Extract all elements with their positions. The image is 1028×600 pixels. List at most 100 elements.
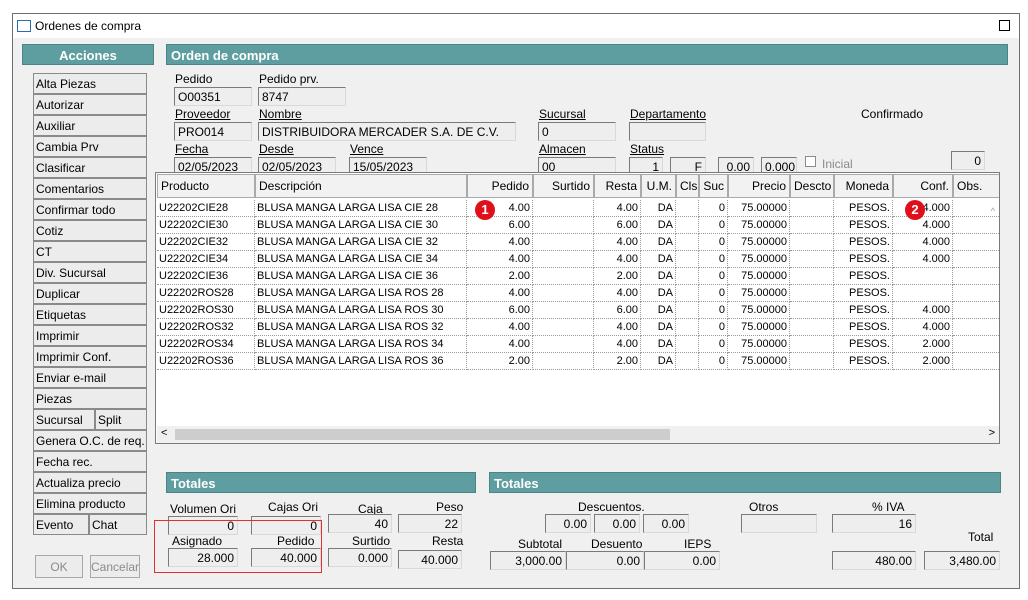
table-cell[interactable]: DA — [641, 302, 676, 319]
table-cell[interactable]: 0 — [699, 302, 728, 319]
table-cell[interactable]: 4.000 — [893, 302, 953, 319]
table-cell[interactable]: 75.00000 — [728, 200, 790, 217]
sidebar-button-elimina-producto[interactable]: Elimina producto — [33, 493, 147, 514]
column-header-12[interactable]: Obs. — [953, 174, 999, 198]
table-cell[interactable]: 6.00 — [594, 302, 641, 319]
table-cell[interactable]: BLUSA MANGA LARGA LISA ROS 28 — [255, 285, 467, 302]
confirmado-field[interactable]: 0 — [951, 151, 985, 170]
table-cell[interactable] — [953, 251, 999, 268]
table-cell[interactable] — [533, 353, 594, 370]
peso-field[interactable]: 22 — [398, 514, 462, 533]
column-header-5[interactable]: U.M. — [641, 174, 676, 198]
table-cell[interactable] — [953, 319, 999, 336]
column-header-6[interactable]: Cls — [676, 174, 699, 198]
table-cell[interactable] — [790, 319, 834, 336]
table-cell[interactable] — [676, 217, 699, 234]
table-cell[interactable]: U22202ROS36 — [157, 353, 255, 370]
cancel-button[interactable]: Cancelar — [90, 555, 140, 578]
table-cell[interactable] — [533, 336, 594, 353]
sidebar-button-chat[interactable]: Chat — [89, 514, 147, 535]
table-cell[interactable] — [533, 285, 594, 302]
table-cell[interactable]: BLUSA MANGA LARGA LISA CIE 36 — [255, 268, 467, 285]
table-cell[interactable]: 0 — [699, 268, 728, 285]
column-header-11[interactable]: Conf. — [893, 174, 953, 198]
maximize-button[interactable] — [999, 20, 1010, 31]
table-cell[interactable]: U22202ROS32 — [157, 319, 255, 336]
sidebar-button-sucursal[interactable]: Sucursal — [33, 409, 95, 430]
table-cell[interactable]: 4.00 — [467, 336, 533, 353]
resta-field[interactable]: 40.000 — [398, 550, 462, 569]
sidebar-button-cotiz[interactable]: Cotiz — [33, 220, 147, 241]
table-cell[interactable]: 4.00 — [467, 285, 533, 302]
departamento-field[interactable] — [629, 122, 706, 141]
table-row[interactable]: U22202ROS32 BLUSA MANGA LARGA LISA ROS 32… — [157, 319, 999, 336]
table-cell[interactable] — [893, 285, 953, 302]
scroll-left-icon[interactable]: < — [161, 427, 167, 439]
table-cell[interactable]: 2.000 — [893, 336, 953, 353]
sidebar-button-etiquetas[interactable]: Etiquetas — [33, 304, 147, 325]
table-row[interactable]: U22202ROS30 BLUSA MANGA LARGA LISA ROS 30… — [157, 302, 999, 319]
column-header-4[interactable]: Resta — [594, 174, 641, 198]
ok-button[interactable]: OK — [35, 555, 83, 578]
surtido-field[interactable]: 0.000 — [328, 548, 392, 567]
sidebar-button-autorizar[interactable]: Autorizar — [33, 94, 147, 115]
table-cell[interactable]: BLUSA MANGA LARGA LISA ROS 36 — [255, 353, 467, 370]
table-cell[interactable] — [953, 234, 999, 251]
table-cell[interactable]: U22202ROS34 — [157, 336, 255, 353]
sidebar-button-enviar-e-mail[interactable]: Enviar e-mail — [33, 367, 147, 388]
table-cell[interactable]: 2.00 — [594, 353, 641, 370]
table-cell[interactable]: DA — [641, 217, 676, 234]
column-header-9[interactable]: Descto — [790, 174, 834, 198]
table-row[interactable]: U22202ROS34 BLUSA MANGA LARGA LISA ROS 34… — [157, 336, 999, 353]
table-cell[interactable]: 0 — [699, 200, 728, 217]
sidebar-button-ct[interactable]: CT — [33, 241, 147, 262]
table-cell[interactable]: 75.00000 — [728, 268, 790, 285]
inicial-checkbox[interactable] — [805, 156, 816, 167]
table-cell[interactable] — [533, 319, 594, 336]
table-cell[interactable]: 4.000 — [893, 234, 953, 251]
table-cell[interactable]: U22202ROS28 — [157, 285, 255, 302]
table-cell[interactable]: 6.00 — [467, 217, 533, 234]
sucursal-field[interactable]: 0 — [538, 122, 616, 141]
table-cell[interactable]: PESOS. — [834, 353, 893, 370]
column-header-7[interactable]: Suc — [699, 174, 728, 198]
table-cell[interactable]: BLUSA MANGA LARGA LISA CIE 32 — [255, 234, 467, 251]
table-cell[interactable]: 75.00000 — [728, 319, 790, 336]
table-cell[interactable] — [533, 251, 594, 268]
table-cell[interactable]: 6.00 — [594, 217, 641, 234]
table-cell[interactable] — [676, 251, 699, 268]
table-cell[interactable]: 2.00 — [467, 353, 533, 370]
table-cell[interactable]: 2.00 — [467, 268, 533, 285]
table-cell[interactable] — [676, 268, 699, 285]
table-cell[interactable]: 4.000 — [893, 319, 953, 336]
table-cell[interactable] — [533, 234, 594, 251]
table-cell[interactable]: 4.00 — [594, 234, 641, 251]
table-cell[interactable]: 75.00000 — [728, 353, 790, 370]
table-cell[interactable]: U22202CIE32 — [157, 234, 255, 251]
column-header-8[interactable]: Precio — [728, 174, 790, 198]
table-cell[interactable]: BLUSA MANGA LARGA LISA CIE 34 — [255, 251, 467, 268]
table-cell[interactable]: 75.00000 — [728, 285, 790, 302]
table-cell[interactable]: U22202CIE36 — [157, 268, 255, 285]
table-cell[interactable]: 75.00000 — [728, 302, 790, 319]
table-cell[interactable]: DA — [641, 319, 676, 336]
descuento-field-3[interactable]: 0.00 — [643, 514, 689, 533]
table-cell[interactable]: 4.00 — [594, 336, 641, 353]
column-header-3[interactable]: Surtido — [533, 174, 594, 198]
table-cell[interactable]: U22202CIE28 — [157, 200, 255, 217]
total-field[interactable]: 3,480.00 — [924, 551, 1000, 570]
table-cell[interactable] — [953, 336, 999, 353]
table-row[interactable]: U22202CIE28 BLUSA MANGA LARGA LISA CIE 28… — [157, 200, 999, 217]
table-cell[interactable]: 0 — [699, 234, 728, 251]
sidebar-button-duplicar[interactable]: Duplicar — [33, 283, 147, 304]
table-cell[interactable]: 4.000 — [893, 251, 953, 268]
iva-amount-field[interactable]: 480.00 — [832, 551, 916, 570]
table-cell[interactable]: 6.00 — [467, 302, 533, 319]
table-cell[interactable]: DA — [641, 251, 676, 268]
table-cell[interactable] — [676, 353, 699, 370]
descuento-field-1[interactable]: 0.00 — [545, 514, 591, 533]
sidebar-button-alta-piezas[interactable]: Alta Piezas — [33, 73, 147, 94]
table-cell[interactable] — [676, 302, 699, 319]
sidebar-button-clasificar[interactable]: Clasificar — [33, 157, 147, 178]
table-cell[interactable]: BLUSA MANGA LARGA LISA ROS 34 — [255, 336, 467, 353]
